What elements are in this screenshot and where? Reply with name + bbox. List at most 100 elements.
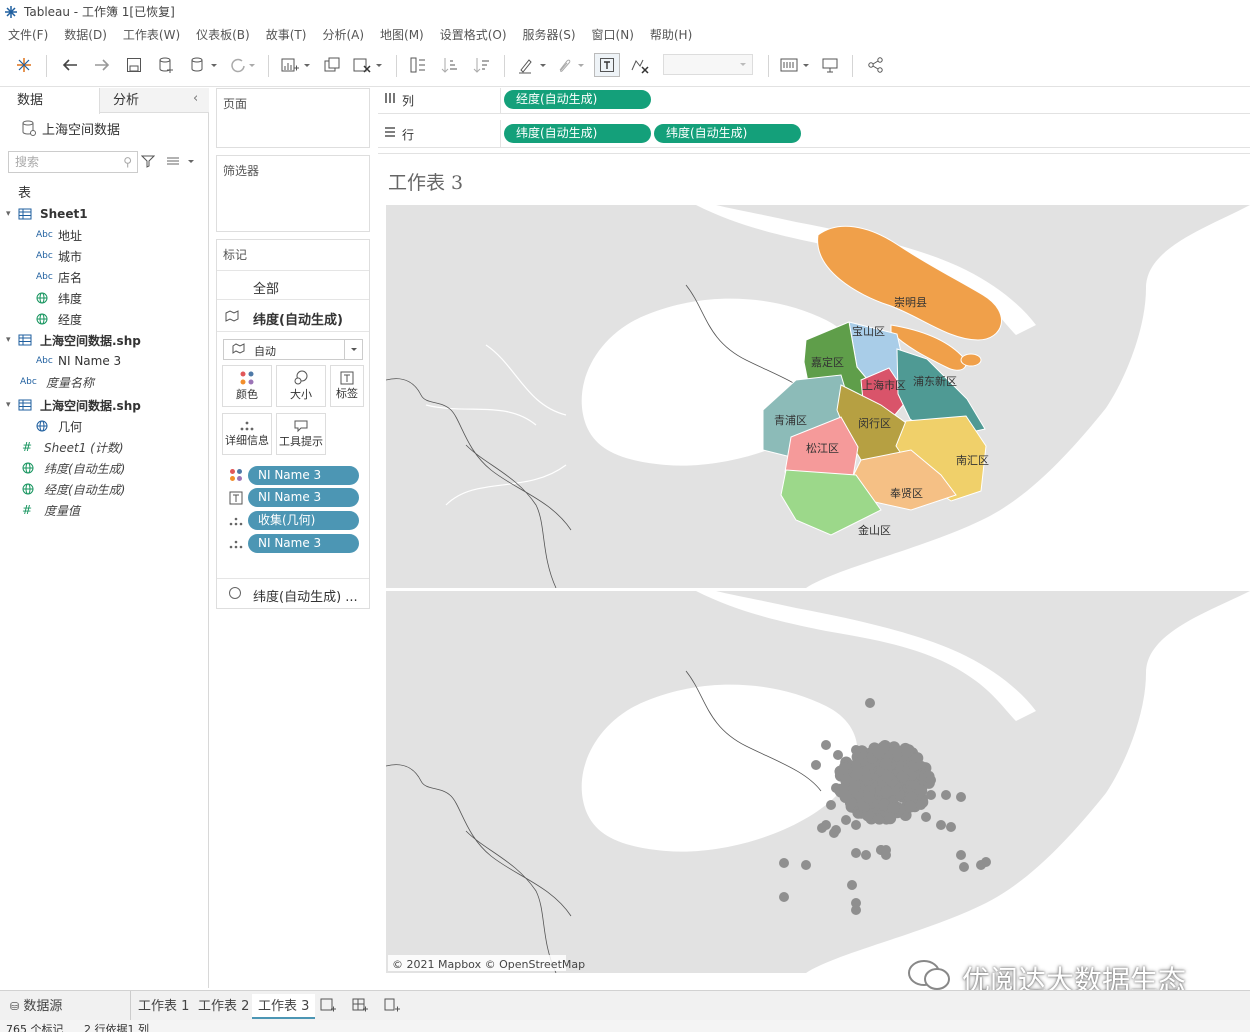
tooltip-button[interactable]: 工具提示 — [276, 413, 326, 455]
store-point[interactable] — [926, 775, 936, 785]
table-shp-2[interactable]: ▾ 上海空间数据.shp — [6, 395, 141, 415]
collapse-pane-icon[interactable]: ‹ — [193, 91, 198, 106]
mark-pill-color[interactable]: NI Name 3 — [248, 466, 359, 485]
store-point[interactable] — [847, 880, 857, 890]
store-point[interactable] — [841, 815, 851, 825]
new-datasource-icon[interactable] — [154, 53, 178, 77]
marks-layer2-row[interactable]: 纬度(自动生成) ... — [217, 578, 369, 608]
store-point[interactable] — [821, 740, 831, 750]
menu-worksheet[interactable]: 工作表(W) — [123, 26, 180, 43]
store-point[interactable] — [865, 698, 875, 708]
highlight-icon[interactable] — [514, 53, 550, 77]
menu-map[interactable]: 地图(M) — [380, 26, 424, 43]
store-point[interactable] — [941, 790, 951, 800]
store-point[interactable] — [851, 745, 861, 755]
store-point[interactable] — [839, 791, 852, 803]
field-ni-name-3[interactable]: Abc NI Name 3 — [36, 351, 121, 371]
store-point[interactable] — [801, 860, 811, 870]
table-shp-1[interactable]: ▾ 上海空间数据.shp — [6, 330, 141, 350]
store-point[interactable] — [956, 792, 966, 802]
store-point[interactable] — [829, 828, 839, 838]
store-point[interactable] — [911, 753, 921, 763]
store-point[interactable] — [881, 770, 894, 783]
field-geometry[interactable]: 几何 — [36, 416, 82, 436]
sort-descending-icon[interactable] — [470, 53, 494, 77]
field-city[interactable]: Abc 城市 — [36, 246, 82, 266]
new-story-icon[interactable] — [384, 998, 400, 1017]
swap-rows-columns-icon[interactable] — [406, 53, 430, 77]
duplicate-sheet-icon[interactable] — [320, 53, 344, 77]
share-icon[interactable] — [864, 53, 888, 77]
datasource-row[interactable]: 上海空间数据 — [22, 118, 120, 138]
menu-help[interactable]: 帮助(H) — [650, 26, 692, 43]
expand-caret-icon[interactable]: ▾ — [6, 209, 18, 219]
fit-width-select[interactable] — [663, 54, 753, 75]
menu-server[interactable]: 服务器(S) — [523, 26, 576, 43]
view-options-icon[interactable] — [166, 156, 194, 170]
columns-pill-longitude[interactable]: 经度(自动生成) — [504, 90, 651, 109]
tab-analysis[interactable]: 分析 — [113, 88, 139, 113]
fix-axes-icon[interactable] — [626, 53, 654, 77]
color-button[interactable]: 颜色 — [222, 365, 272, 407]
measure-values[interactable]: # 度量值 — [22, 500, 80, 520]
new-dashboard-icon[interactable] — [352, 998, 368, 1017]
menu-window[interactable]: 窗口(N) — [592, 26, 634, 43]
menu-file[interactable]: 文件(F) — [8, 26, 48, 43]
store-point[interactable] — [904, 800, 917, 813]
store-point[interactable] — [851, 820, 861, 830]
menu-dashboard[interactable]: 仪表板(B) — [196, 26, 250, 43]
store-point[interactable] — [839, 783, 849, 793]
pages-shelf[interactable]: 页面 — [216, 88, 370, 148]
store-point[interactable] — [779, 858, 789, 868]
store-point[interactable] — [833, 750, 843, 760]
field-latitude[interactable]: 纬度 — [36, 288, 82, 308]
store-point[interactable] — [946, 822, 956, 832]
save-icon[interactable] — [122, 53, 146, 77]
filter-fields-icon[interactable] — [140, 154, 156, 171]
size-button[interactable]: 大小 — [276, 365, 326, 407]
undo-icon[interactable] — [58, 53, 82, 77]
store-point[interactable] — [959, 862, 969, 872]
field-store-name[interactable]: Abc 店名 — [36, 267, 82, 287]
store-point[interactable] — [921, 812, 931, 822]
sort-ascending-icon[interactable] — [438, 53, 462, 77]
store-point[interactable] — [976, 860, 986, 870]
map-visualization[interactable]: 崇明县宝山区嘉定区上海市区 浦东新区青浦区 闵行区松江区南汇区奉贤区金山区 © 20… — [386, 205, 1250, 973]
store-point[interactable] — [901, 745, 911, 755]
pause-update-icon[interactable] — [186, 53, 222, 77]
store-point[interactable] — [926, 790, 936, 800]
store-point[interactable] — [936, 820, 946, 830]
refresh-icon[interactable] — [224, 53, 260, 77]
store-point[interactable] — [872, 746, 885, 759]
store-point[interactable] — [851, 848, 861, 858]
sheet-tab-1[interactable]: 工作表 1 — [132, 994, 195, 1019]
label-button[interactable]: 标签 — [330, 365, 364, 407]
menu-format[interactable]: 设置格式(O) — [440, 26, 507, 43]
store-point[interactable] — [956, 850, 966, 860]
filters-shelf[interactable]: 筛选器 — [216, 155, 370, 232]
mark-pill-detail[interactable]: NI Name 3 — [248, 534, 359, 553]
measure-longitude-generated[interactable]: 经度(自动生成) — [22, 479, 125, 499]
datasource-tab[interactable]: ⛁ 数据源 — [4, 994, 68, 1019]
show-cards-icon[interactable] — [778, 53, 812, 77]
marks-all-row[interactable]: 全部 — [217, 270, 369, 300]
store-point[interactable] — [861, 850, 871, 860]
detail-button[interactable]: 详细信息 — [222, 413, 272, 455]
new-worksheet-icon[interactable] — [278, 53, 314, 77]
clear-sheet-icon[interactable] — [350, 53, 386, 77]
presentation-mode-icon[interactable] — [818, 53, 842, 77]
redo-icon[interactable] — [90, 53, 114, 77]
tab-data[interactable]: 数据 — [17, 88, 43, 113]
measure-sheet1-count[interactable]: # Sheet1 (计数) — [22, 437, 124, 457]
store-point[interactable] — [817, 823, 827, 833]
store-point[interactable] — [851, 760, 861, 770]
store-point[interactable] — [880, 785, 893, 798]
store-point[interactable] — [851, 898, 861, 908]
measure-latitude-generated[interactable]: 纬度(自动生成) — [22, 458, 125, 478]
mark-pill-collect-geometry[interactable]: 收集(几何) — [248, 511, 359, 530]
store-point[interactable] — [884, 812, 897, 825]
store-point[interactable] — [881, 845, 891, 855]
mark-pill-label[interactable]: NI Name 3 — [248, 488, 359, 507]
field-longitude[interactable]: 经度 — [36, 309, 82, 329]
store-point[interactable] — [826, 800, 836, 810]
